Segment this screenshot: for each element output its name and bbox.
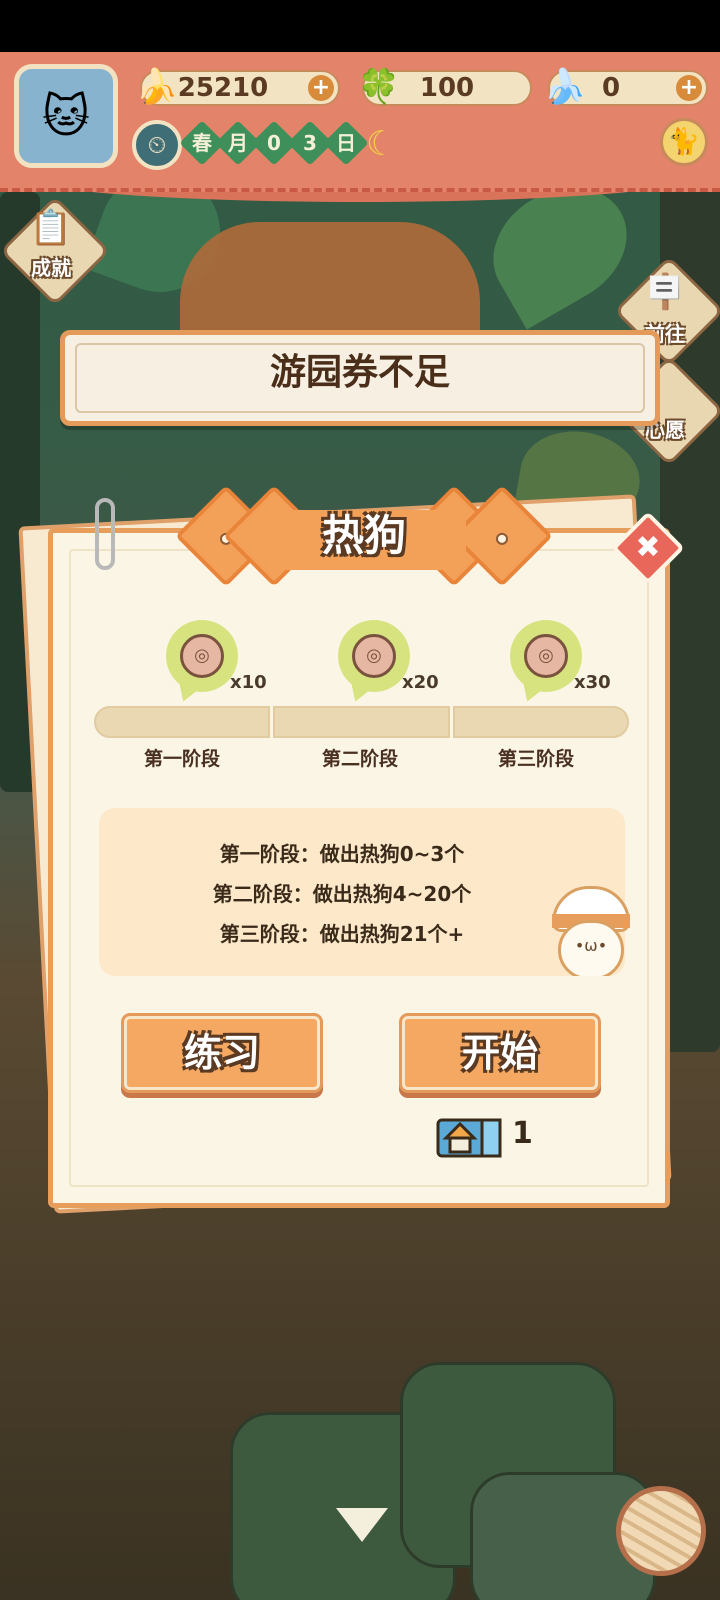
dialog-title-banner: 热狗 (172, 485, 556, 587)
add-banana-button[interactable]: + (308, 75, 334, 101)
add-blue-banana-button[interactable]: + (676, 75, 702, 101)
chef-cat-illustration: •ω• (530, 880, 630, 976)
banana-currency: 🍌 25210 + (136, 67, 340, 107)
player-avatar[interactable]: 🐱 (14, 64, 118, 168)
date-char: 0 (267, 130, 281, 155)
progress-segment-3 (453, 706, 629, 738)
date-display: 春 月 0 3 日 (179, 120, 369, 166)
practice-label: 练习 (183, 1031, 260, 1075)
reward-quantity: x20 (402, 672, 439, 693)
reward-quantity: x30 (574, 672, 611, 693)
status-bar (0, 0, 720, 52)
rule-line-1: 第一阶段：做出热狗0~3个 (219, 842, 465, 866)
yarn-ball-button[interactable] (616, 1486, 706, 1576)
blue-banana-currency: 🍌 0 + (544, 67, 708, 107)
stage-label-2: 第二阶段 (321, 748, 398, 770)
stage-reward-3: ◎ x30 (500, 620, 611, 700)
cat-avatar-icon: 🐱 (42, 89, 90, 143)
dialog-title: 热狗 (321, 511, 406, 560)
donut-coin-icon: ◎ (180, 634, 224, 678)
ticket-count: 1 (512, 1116, 533, 1151)
insufficient-ticket-toast: 游园券不足 (60, 330, 660, 426)
banana-count: 25210 (177, 73, 269, 103)
moon-icon: ☾ (366, 124, 397, 164)
stage-label-3: 第三阶段 (497, 748, 574, 770)
cat-menu-button[interactable]: 🐈 (660, 118, 708, 166)
donut-coin-icon: ◎ (524, 634, 568, 678)
park-ticket-icon (436, 1118, 502, 1158)
stage-label-1: 第一阶段 (143, 748, 220, 770)
achievements-label: 成就 (31, 256, 71, 280)
collapse-arrow-icon[interactable] (336, 1508, 388, 1542)
rule-line-2: 第二阶段：做出热狗4~20个 (212, 882, 472, 906)
rule-line-3: 第三阶段：做出热狗21个+ (219, 922, 465, 946)
date-char: 春 (192, 131, 212, 155)
date-char: 月 (228, 131, 248, 155)
close-icon: ✖ (635, 530, 661, 565)
signboard-icon: 🪧 (643, 272, 687, 312)
practice-button[interactable]: 练习 (124, 1016, 320, 1090)
toast-message: 游园券不足 (269, 352, 450, 393)
progress-segment-2 (273, 706, 450, 738)
date-char: 3 (303, 130, 317, 155)
clock-icon[interactable]: ⏲ (132, 120, 182, 170)
start-label: 开始 (461, 1031, 538, 1075)
donut-coin-icon: ◎ (352, 634, 396, 678)
reward-quantity: x10 (230, 672, 267, 693)
stage-reward-1: ◎ x10 (156, 620, 267, 700)
progress-segment-1 (94, 706, 270, 738)
clover-count: 100 (419, 73, 475, 103)
start-button[interactable]: 开始 (402, 1016, 598, 1090)
clover-currency: 🍀 100 (358, 67, 532, 107)
date-char: 日 (336, 131, 356, 155)
blue-banana-count: 0 (601, 73, 621, 103)
clipboard-icon: 📋 (29, 208, 73, 248)
paperclip-icon (95, 498, 115, 570)
stage-reward-2: ◎ x20 (328, 620, 439, 700)
